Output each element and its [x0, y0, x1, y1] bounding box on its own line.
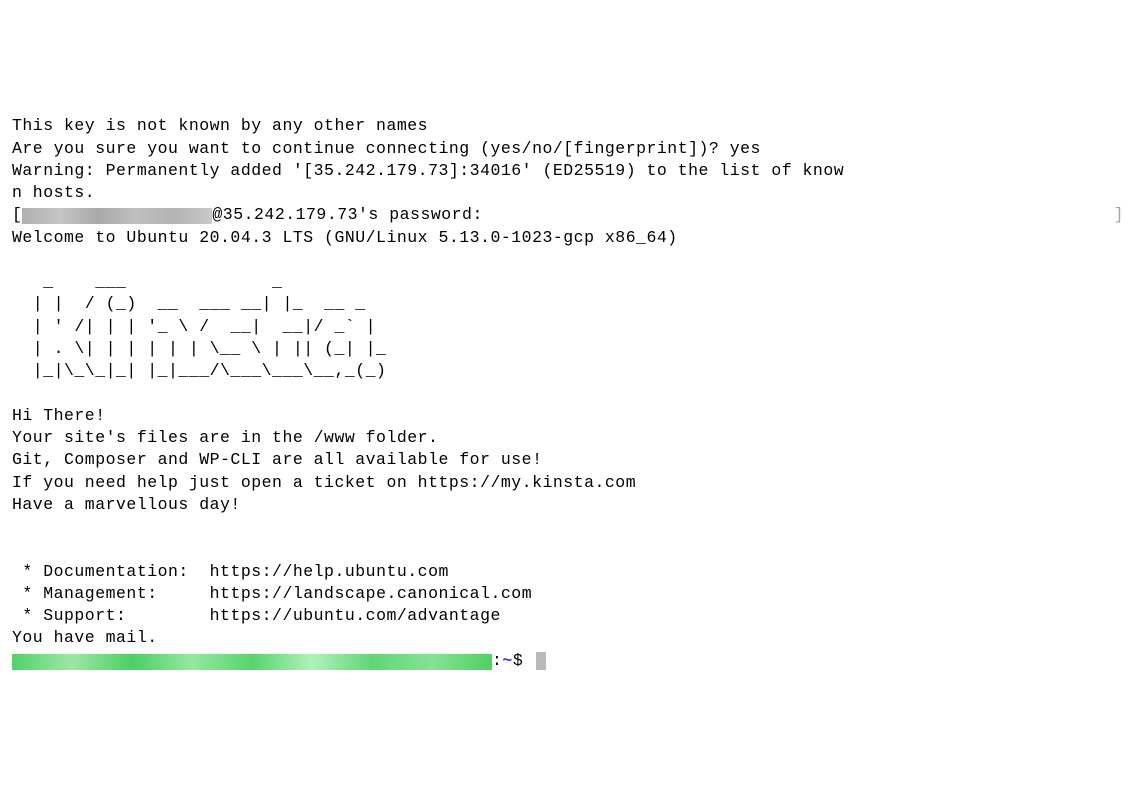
link-sup-label: * Support: — [12, 606, 210, 625]
motd-files: Your site's files are in the /www folder… — [12, 428, 438, 447]
mail-notice: You have mail. — [12, 628, 158, 647]
ssh-hosts-added-2: n hosts. — [12, 183, 95, 202]
terminal-output[interactable]: This key is not known by any other names… — [12, 93, 1124, 672]
prompt-sep: : — [492, 651, 502, 670]
link-doc-label: * Documentation: — [12, 562, 210, 581]
password-prompt-text: @35.242.179.73's password: — [212, 205, 482, 224]
link-doc-url: https://help.ubuntu.com — [210, 562, 449, 581]
ascii-logo-3: | ' /| | | '_ \ / __| __|/ _` | — [12, 317, 376, 336]
ascii-logo-4: | . \| | | | | | \__ \ | || (_| |_ — [12, 339, 386, 358]
prompt-symbol: $ — [513, 651, 523, 670]
link-sup-url: https://ubuntu.com/advantage — [210, 606, 501, 625]
welcome-line: Welcome to Ubuntu 20.04.3 LTS (GNU/Linux… — [12, 228, 678, 247]
ascii-logo-5: |_|\_\_|_| |_|___/\___\___\__,_(_) — [12, 361, 386, 380]
motd-tools: Git, Composer and WP-CLI are all availab… — [12, 450, 542, 469]
ssh-continue-prompt: Are you sure you want to continue connec… — [12, 139, 761, 158]
motd-bye: Have a marvellous day! — [12, 495, 241, 514]
link-mgmt-url: https://landscape.canonical.com — [210, 584, 532, 603]
redacted-username — [22, 208, 212, 224]
cursor[interactable] — [536, 652, 546, 670]
ssh-hosts-added-1: Warning: Permanently added '[35.242.179.… — [12, 161, 844, 180]
motd-help: If you need help just open a ticket on h… — [12, 473, 636, 492]
motd-greeting: Hi There! — [12, 406, 106, 425]
link-mgmt-label: * Management: — [12, 584, 210, 603]
ascii-logo-2: | | / (_) __ ___ __| |_ __ _ — [12, 294, 366, 313]
ssh-key-warning: This key is not known by any other names — [12, 116, 428, 135]
ascii-logo-1: _ ___ _ — [12, 272, 282, 291]
password-prompt-open: [ — [12, 205, 22, 224]
redacted-prompt-userhost — [12, 654, 492, 670]
prompt-path: ~ — [502, 651, 512, 670]
password-prompt-close: ] — [1114, 204, 1124, 226]
